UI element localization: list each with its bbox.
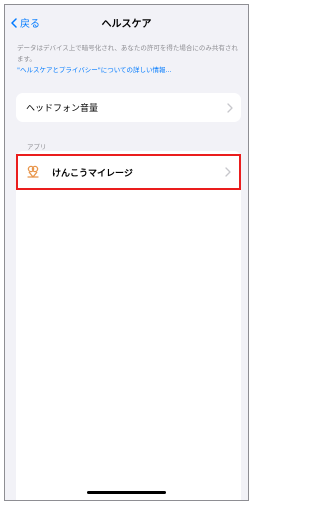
kenko-mileage-app-icon (27, 165, 39, 178)
app-row-kenko-mileage[interactable]: けんこうマイレージ (16, 154, 241, 190)
apps-list (16, 151, 241, 500)
privacy-notice-text: データはデバイス上で暗号化され、あなたの許可を得た場合にのみ共有されます。 (17, 44, 238, 63)
chevron-right-icon (225, 167, 231, 177)
phone-screen: 戻る ヘルスケア データはデバイス上で暗号化され、あなたの許可を得た場合にのみ共… (4, 4, 249, 501)
chevron-right-icon (227, 102, 233, 113)
app-label: けんこうマイレージ (52, 168, 133, 179)
apps-section-label: アプリ (27, 143, 47, 151)
home-indicator (87, 491, 166, 494)
headphone-volume-row[interactable]: ヘッドフォン音量 (16, 93, 241, 122)
navigation-bar: 戻る ヘルスケア (5, 5, 248, 41)
headphone-volume-label: ヘッドフォン音量 (26, 104, 99, 114)
page-title: ヘルスケア (101, 19, 152, 30)
privacy-notice: データはデバイス上で暗号化され、あなたの許可を得た場合にのみ共有されます。 "ヘ… (17, 43, 242, 76)
privacy-info-link[interactable]: "ヘルスケアとプライバシー"についての詳しい情報... (17, 65, 242, 76)
